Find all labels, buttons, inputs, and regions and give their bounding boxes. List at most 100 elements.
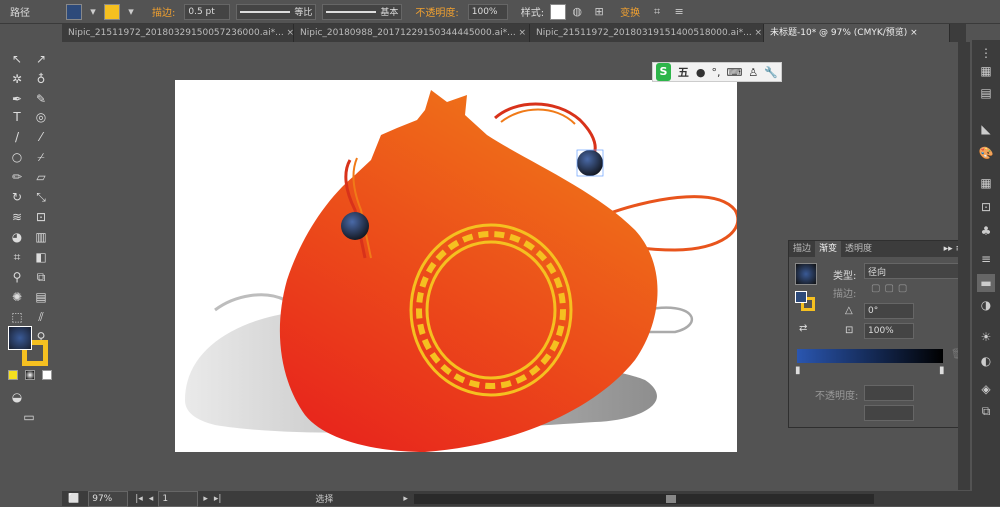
profile-dropdown[interactable]: 等比 bbox=[236, 3, 317, 20]
shaper-icon[interactable]: ⌿ bbox=[32, 148, 50, 166]
artboards-icon[interactable]: ⧉ bbox=[977, 402, 995, 420]
aspect-field[interactable]: 100% bbox=[864, 323, 914, 339]
color-guide-icon[interactable]: 🎨 bbox=[977, 144, 995, 162]
brush-panel-icon[interactable]: ◣ bbox=[977, 120, 995, 138]
width-icon[interactable]: ≋ bbox=[8, 208, 26, 226]
color-panel-icon[interactable]: ▦ bbox=[977, 62, 995, 80]
fill-box[interactable] bbox=[8, 326, 32, 350]
ime-mode-label[interactable]: 五 bbox=[678, 64, 689, 80]
tab-doc-2[interactable]: Nipic_20180988_20171229150344445000.ai*.… bbox=[294, 24, 530, 42]
scale-icon[interactable]: ⤡ bbox=[32, 188, 50, 206]
tab-transparency[interactable]: 透明度 bbox=[841, 241, 876, 257]
punct-icon[interactable]: °, bbox=[712, 66, 721, 79]
shape-builder-icon[interactable]: ◕ bbox=[8, 228, 26, 246]
transform-link[interactable]: 变换 bbox=[620, 4, 640, 19]
curvature-icon[interactable]: ✎ bbox=[32, 90, 50, 108]
scroll-thumb[interactable] bbox=[665, 494, 676, 503]
color-icon[interactable] bbox=[8, 370, 18, 380]
layers-icon[interactable]: ◈ bbox=[977, 380, 995, 398]
gradient-panel-icon[interactable]: ▬ bbox=[977, 274, 995, 292]
direct-selection-icon[interactable]: ↗ bbox=[32, 50, 50, 68]
fill-stroke-mini[interactable] bbox=[795, 291, 817, 313]
page-field[interactable]: 1 bbox=[158, 490, 199, 507]
stroke-swatch[interactable] bbox=[104, 3, 120, 20]
line-icon[interactable]: / bbox=[8, 128, 26, 146]
blend-icon[interactable]: ⧉ bbox=[32, 268, 50, 286]
tab-gradient[interactable]: 渐变 bbox=[815, 241, 842, 257]
isolate-icon[interactable]: ⌗ bbox=[649, 4, 665, 20]
prev-page-icon[interactable]: ◂ bbox=[149, 494, 154, 504]
tab-stroke[interactable]: 描边 bbox=[789, 241, 815, 257]
skin-icon[interactable]: ♙ bbox=[748, 66, 758, 79]
free-transform-icon[interactable]: ⊡ bbox=[32, 208, 50, 226]
next-page-icon[interactable]: ▸ bbox=[203, 494, 208, 504]
fullwidth-icon[interactable]: ● bbox=[696, 66, 706, 79]
graphic-styles-icon[interactable]: ◐ bbox=[977, 352, 995, 370]
last-page-icon[interactable]: ▸| bbox=[214, 494, 222, 504]
tab-doc-3[interactable]: Nipic_21511972_20180319151400518000.ai*.… bbox=[530, 24, 764, 42]
opacity-field[interactable] bbox=[864, 385, 914, 401]
gradient-mode-icon[interactable] bbox=[25, 370, 36, 380]
wrench-icon[interactable]: 🔧 bbox=[764, 66, 778, 79]
align-icon[interactable]: ⊞ bbox=[591, 4, 607, 20]
stroke-weight-field[interactable]: 0.5 pt bbox=[184, 3, 231, 20]
swatches-icon[interactable]: ▤ bbox=[977, 84, 995, 102]
style-swatch[interactable] bbox=[550, 3, 567, 20]
brush-dropdown[interactable]: 基本 bbox=[322, 3, 403, 20]
vertical-scrollbar[interactable] bbox=[958, 42, 970, 490]
symbol-sprayer-icon[interactable]: ✺ bbox=[8, 288, 26, 306]
paintbrush-icon[interactable]: ⁄ bbox=[32, 128, 50, 146]
rotate-icon[interactable]: ↻ bbox=[8, 188, 26, 206]
menu-icon[interactable]: ⋮ bbox=[977, 44, 995, 62]
gradient-icon[interactable]: ◧ bbox=[32, 248, 50, 266]
screen-mode-icon[interactable]: ▭ bbox=[20, 408, 38, 426]
stroke-gradient-buttons[interactable]: ▢▢▢ bbox=[871, 283, 911, 294]
magic-wand-icon[interactable]: ✲ bbox=[8, 70, 26, 88]
tab-doc-1[interactable]: Nipic_21511972_20180329150057236000.ai*.… bbox=[62, 24, 294, 42]
recolor-icon[interactable]: ◍ bbox=[569, 4, 585, 20]
grid-icon[interactable]: ▦ bbox=[977, 174, 995, 192]
ellipse-icon[interactable]: ○ bbox=[8, 148, 26, 166]
lasso-icon[interactable]: ♁ bbox=[32, 70, 50, 88]
chevron-down-icon[interactable]: ▾ bbox=[123, 4, 139, 20]
color-stop-right[interactable]: ▮ bbox=[939, 365, 945, 376]
chart-icon[interactable]: ▥ bbox=[32, 228, 50, 246]
appearance-icon[interactable]: ☀ bbox=[977, 328, 995, 346]
opacity-field[interactable]: 100% bbox=[467, 3, 508, 20]
horizontal-scrollbar[interactable] bbox=[413, 493, 874, 504]
tab-doc-active[interactable]: 未标题-10* @ 97% (CMYK/预览) × bbox=[764, 24, 950, 42]
type-icon[interactable]: T bbox=[8, 108, 26, 126]
pencil-icon[interactable]: ✏ bbox=[8, 168, 26, 186]
stroke-label[interactable]: 描边: bbox=[152, 4, 175, 19]
stroke-panel-icon[interactable]: ≡ bbox=[977, 250, 995, 268]
column-graph-icon[interactable]: ▤ bbox=[32, 288, 50, 306]
angle-field[interactable]: 0° bbox=[864, 303, 914, 319]
transparency-icon[interactable]: ◑ bbox=[977, 296, 995, 314]
mesh-icon[interactable]: ⌗ bbox=[8, 248, 26, 266]
color-stop-left[interactable]: ▮ bbox=[795, 365, 801, 376]
eraser-icon[interactable]: ▱ bbox=[32, 168, 50, 186]
menu-icon[interactable]: ≡ bbox=[671, 4, 687, 20]
pen-icon[interactable]: ✒ bbox=[8, 90, 26, 108]
eyedropper-icon[interactable]: ⚲ bbox=[8, 268, 26, 286]
club-icon[interactable]: ♣ bbox=[977, 222, 995, 240]
fill-swatch[interactable] bbox=[66, 3, 82, 20]
draw-mode-icon[interactable]: ◒ bbox=[8, 388, 26, 406]
export-icon[interactable]: ⬜ bbox=[68, 494, 79, 504]
location-field[interactable] bbox=[864, 405, 914, 421]
type-dropdown[interactable]: 径向 bbox=[864, 263, 964, 279]
status-arrow-icon[interactable]: ▸ bbox=[403, 494, 408, 504]
fill-stroke-swatches[interactable] bbox=[6, 324, 50, 368]
artboard[interactable] bbox=[175, 80, 740, 452]
none-icon[interactable] bbox=[42, 370, 53, 380]
reverse-icon[interactable]: ⇄ bbox=[799, 323, 807, 334]
spiral-icon[interactable]: ◎ bbox=[32, 108, 50, 126]
opacity-label[interactable]: 不透明度: bbox=[415, 4, 458, 19]
keyboard-icon[interactable]: ⌨ bbox=[727, 66, 743, 79]
first-page-icon[interactable]: |◂ bbox=[135, 494, 143, 504]
symbols-icon[interactable]: ⊡ bbox=[977, 198, 995, 216]
gradient-slider[interactable] bbox=[797, 349, 943, 363]
zoom-field[interactable]: 97% bbox=[88, 490, 129, 507]
selection-tool-icon[interactable]: ↖ bbox=[8, 50, 26, 68]
gradient-preview[interactable] bbox=[795, 263, 817, 285]
